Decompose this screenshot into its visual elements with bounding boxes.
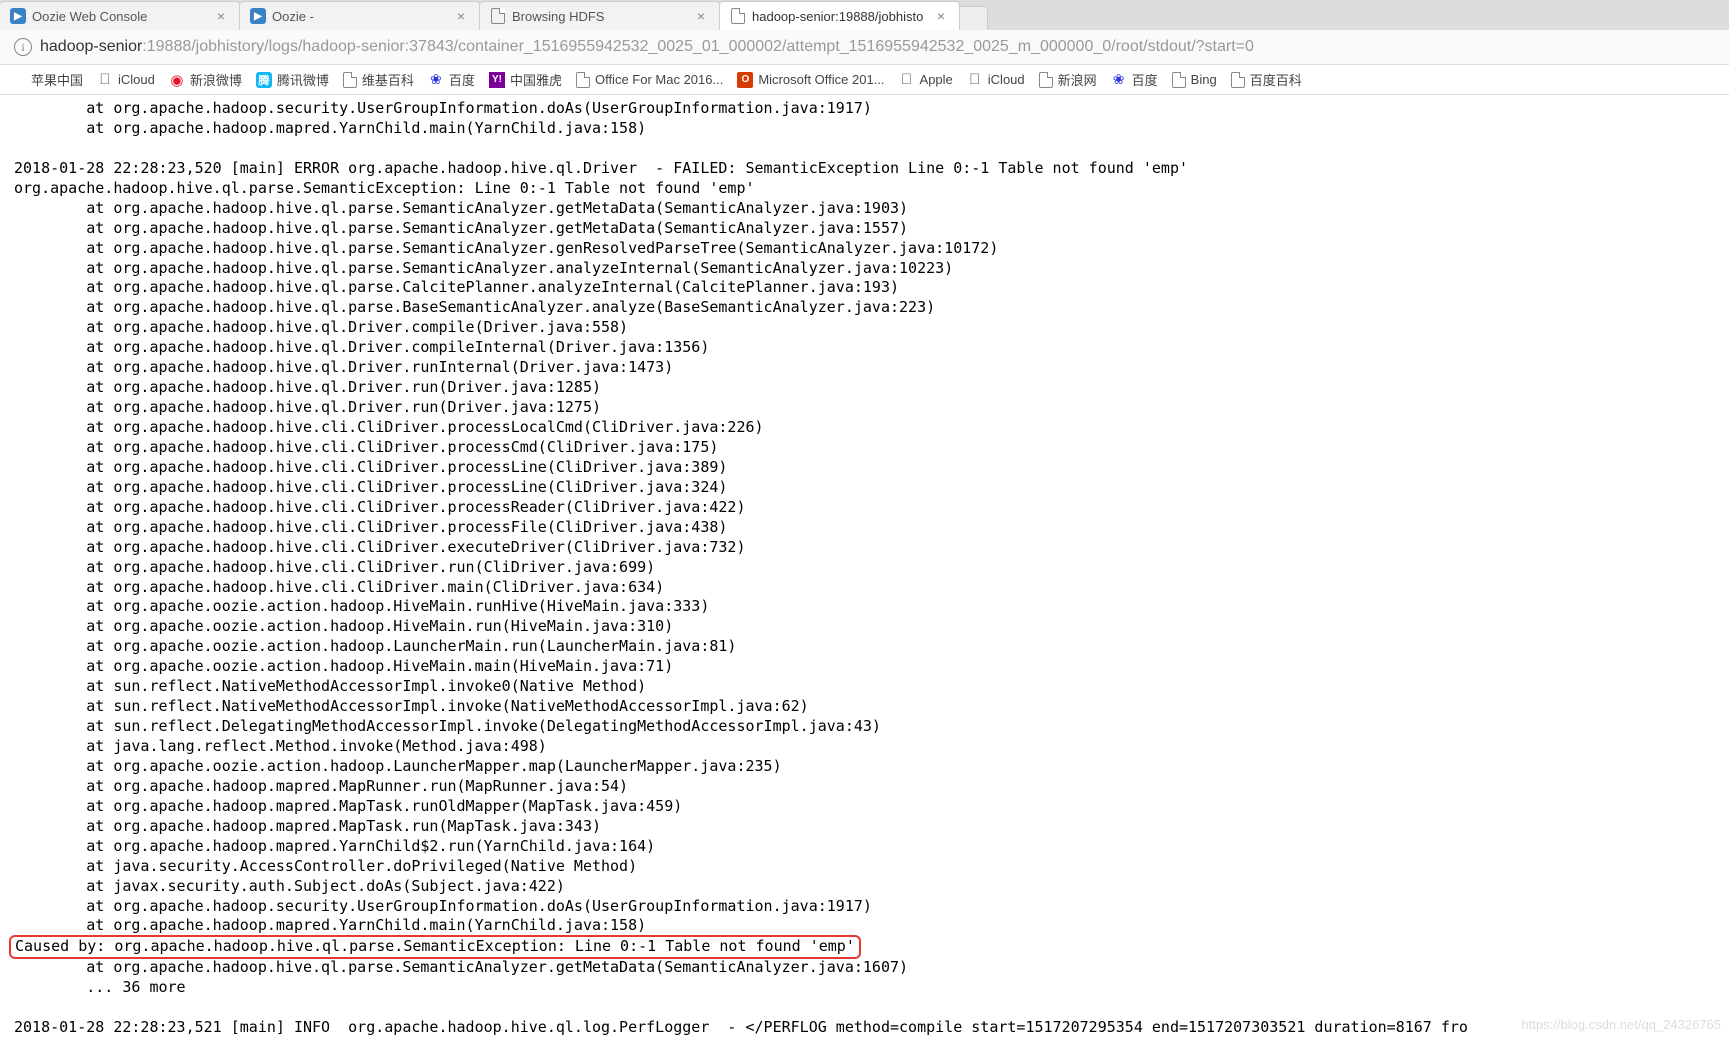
oozie-icon: ▶ xyxy=(250,8,266,24)
bookmark-label: 百度百科 xyxy=(1250,70,1302,89)
browser-tab[interactable]: hadoop-senior:19888/jobhisto × xyxy=(720,1,960,30)
tencent-icon: 腾 xyxy=(256,72,272,88)
file-icon xyxy=(1172,72,1186,88)
bookmark-label: Microsoft Office 201... xyxy=(758,72,884,87)
file-icon xyxy=(1039,72,1053,88)
bookmark-label: 百度 xyxy=(1132,70,1158,89)
address-bar: i hadoop-senior:19888/jobhistory/logs/ha… xyxy=(0,30,1729,65)
bookmark-bar: 苹果中国  iCloud ◉ 新浪微博腾腾讯微博 维基百科 ❀ 百度 Y! 中国雅虎 Office… xyxy=(0,65,1729,95)
bookmark-label: iCloud xyxy=(988,72,1025,87)
tab-favicon: ▶ xyxy=(10,8,26,24)
file-icon xyxy=(343,72,357,88)
bookmark-label: 腾讯微博 xyxy=(277,70,329,89)
baidu-icon: ❀ xyxy=(428,72,444,88)
url-host: hadoop-senior xyxy=(40,38,142,55)
apple-icon:  xyxy=(97,72,113,88)
weibo-icon: ◉ xyxy=(169,72,185,88)
bookmark-item[interactable]:  Apple xyxy=(899,72,953,88)
bookmark-label: 中国雅虎 xyxy=(510,70,562,89)
close-icon[interactable]: × xyxy=(453,8,469,24)
browser-tab-bar: ▶Oozie Web Console×▶Oozie -×Browsing HDF… xyxy=(0,0,1729,30)
file-icon xyxy=(1231,72,1245,88)
bookmark-item[interactable]:  iCloud xyxy=(97,72,155,88)
baidu-icon: ❀ xyxy=(1111,72,1127,88)
apple-icon:  xyxy=(899,72,915,88)
blank-icon xyxy=(10,72,26,88)
bookmark-item[interactable]: 腾腾讯微博 xyxy=(256,70,329,89)
bookmark-label: Apple xyxy=(920,72,953,87)
bookmark-label: 新浪网 xyxy=(1058,70,1097,89)
bookmark-label: 苹果中国 xyxy=(31,70,83,89)
apple-icon:  xyxy=(967,72,983,88)
browser-tab[interactable]: Browsing HDFS × xyxy=(480,1,720,30)
url-display[interactable]: hadoop-senior:19888/jobhistory/logs/hado… xyxy=(40,38,1715,56)
bookmark-label: Bing xyxy=(1191,72,1217,87)
bookmark-item[interactable]: 新浪网 xyxy=(1039,70,1097,89)
close-icon[interactable]: × xyxy=(933,8,949,24)
tab-favicon: ▶ xyxy=(250,8,266,24)
bookmark-item[interactable]: 苹果中国 xyxy=(10,70,83,89)
bookmark-label: 维基百科 xyxy=(362,70,414,89)
file-icon xyxy=(731,8,745,24)
bookmark-item[interactable]: O Microsoft Office 201... xyxy=(737,72,884,88)
url-path: :19888/jobhistory/logs/hadoop-senior:378… xyxy=(142,38,1254,55)
bookmark-item[interactable]: Bing xyxy=(1172,72,1217,88)
bookmark-label: Office For Mac 2016... xyxy=(595,72,723,87)
tab-title: hadoop-senior:19888/jobhisto xyxy=(752,9,927,24)
bookmark-item[interactable]: Office For Mac 2016... xyxy=(576,72,723,88)
bookmark-item[interactable]:  iCloud xyxy=(967,72,1025,88)
bookmark-label: 百度 xyxy=(449,70,475,89)
yahoo-icon: Y! xyxy=(489,72,505,88)
highlighted-cause: Caused by: org.apache.hadoop.hive.ql.par… xyxy=(9,935,861,959)
file-icon xyxy=(576,72,590,88)
site-info-icon[interactable]: i xyxy=(14,38,32,56)
file-icon xyxy=(491,8,505,24)
bookmark-label: 新浪微博 xyxy=(190,70,242,89)
oozie-icon: ▶ xyxy=(10,8,26,24)
bookmark-label: iCloud xyxy=(118,72,155,87)
tab-title: Oozie - xyxy=(272,9,447,24)
bookmark-item[interactable]: Y! 中国雅虎 xyxy=(489,70,562,89)
tab-title: Browsing HDFS xyxy=(512,9,687,24)
new-tab-button[interactable] xyxy=(960,6,988,30)
browser-tab[interactable]: ▶ Oozie - × xyxy=(240,1,480,30)
tab-favicon xyxy=(730,8,746,24)
bookmark-item[interactable]: 维基百科 xyxy=(343,70,414,89)
close-icon[interactable]: × xyxy=(213,8,229,24)
close-icon[interactable]: × xyxy=(693,8,709,24)
browser-tab[interactable]: ▶ Oozie Web Console × xyxy=(0,1,240,30)
bookmark-item[interactable]: ❀ 百度 xyxy=(1111,70,1158,89)
bookmark-item[interactable]: ◉ 新浪微博 xyxy=(169,70,242,89)
bookmark-item[interactable]: 百度百科 xyxy=(1231,70,1302,89)
tab-title: Oozie Web Console xyxy=(32,9,207,24)
tab-favicon xyxy=(490,8,506,24)
log-output[interactable]: at org.apache.hadoop.security.UserGroupI… xyxy=(0,95,1729,1042)
msoffice-icon: O xyxy=(737,72,753,88)
bookmark-item[interactable]: ❀ 百度 xyxy=(428,70,475,89)
